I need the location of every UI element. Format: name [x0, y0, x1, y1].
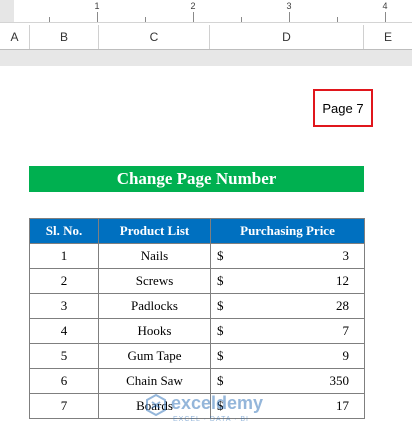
ruler-tick	[241, 17, 242, 22]
cell-product[interactable]: Hooks	[98, 318, 211, 344]
cell-sl-no[interactable]: 1	[29, 243, 99, 269]
cell-product[interactable]: Boards	[98, 393, 211, 419]
cell-sl-no[interactable]: 4	[29, 318, 99, 344]
cell-product[interactable]: Gum Tape	[98, 343, 211, 369]
sheet-title[interactable]: Change Page Number	[29, 166, 364, 192]
page-gap-band	[0, 50, 412, 66]
currency-symbol: $	[217, 373, 224, 388]
table-row: 6 Chain Saw $350	[29, 368, 365, 394]
column-header-e[interactable]: E	[364, 25, 412, 49]
column-header-b[interactable]: B	[30, 25, 99, 49]
column-header-bar: A B C D E	[0, 25, 412, 50]
table-header-row: Sl. No. Product List Purchasing Price	[29, 218, 365, 244]
cell-price[interactable]: $7	[210, 318, 365, 344]
ruler-number: 3	[286, 1, 292, 11]
ruler-tick	[289, 12, 290, 22]
column-header-c[interactable]: C	[99, 25, 210, 49]
currency-symbol: $	[217, 323, 224, 338]
horizontal-ruler: 1 2 3 4	[0, 0, 412, 23]
ruler-margin-shade	[0, 0, 14, 22]
cell-price[interactable]: $3	[210, 243, 365, 269]
currency-symbol: $	[217, 248, 224, 263]
cell-sl-no[interactable]: 6	[29, 368, 99, 394]
cell-price[interactable]: $28	[210, 293, 365, 319]
price-value: 12	[336, 273, 349, 288]
header-purchasing-price[interactable]: Purchasing Price	[210, 218, 365, 244]
ruler-tick	[97, 12, 98, 22]
product-table: Sl. No. Product List Purchasing Price 1 …	[29, 218, 365, 419]
ruler-tick	[145, 17, 146, 22]
ruler-number: 1	[94, 1, 100, 11]
header-product-list[interactable]: Product List	[98, 218, 211, 244]
cell-sl-no[interactable]: 5	[29, 343, 99, 369]
cell-sl-no[interactable]: 3	[29, 293, 99, 319]
table-row: 4 Hooks $7	[29, 318, 365, 344]
currency-symbol: $	[217, 298, 224, 313]
price-value: 28	[336, 298, 349, 313]
column-header-a[interactable]: A	[0, 25, 30, 49]
ruler-tick	[385, 12, 386, 22]
ruler-tick	[337, 17, 338, 22]
price-value: 350	[329, 373, 350, 388]
cell-product[interactable]: Nails	[98, 243, 211, 269]
header-sl-no[interactable]: Sl. No.	[29, 218, 99, 244]
currency-symbol: $	[217, 348, 224, 363]
cell-price[interactable]: $12	[210, 268, 365, 294]
table-row: 7 Boards $17	[29, 393, 365, 419]
table-row: 3 Padlocks $28	[29, 293, 365, 319]
header-page-number[interactable]: Page 7	[313, 89, 373, 127]
ruler-tick	[193, 12, 194, 22]
currency-symbol: $	[217, 273, 224, 288]
cell-product[interactable]: Chain Saw	[98, 368, 211, 394]
cell-sl-no[interactable]: 2	[29, 268, 99, 294]
ruler-number: 2	[190, 1, 196, 11]
table-row: 5 Gum Tape $9	[29, 343, 365, 369]
ruler-number: 4	[382, 1, 388, 11]
currency-symbol: $	[217, 398, 224, 413]
column-header-d[interactable]: D	[210, 25, 364, 49]
table-row: 1 Nails $3	[29, 243, 365, 269]
price-value: 3	[342, 248, 350, 263]
cell-product[interactable]: Padlocks	[98, 293, 211, 319]
cell-product[interactable]: Screws	[98, 268, 211, 294]
cell-price[interactable]: $9	[210, 343, 365, 369]
price-value: 9	[342, 348, 350, 363]
cell-sl-no[interactable]: 7	[29, 393, 99, 419]
price-value: 17	[336, 398, 349, 413]
ruler-tick	[49, 17, 50, 22]
cell-price[interactable]: $350	[210, 368, 365, 394]
table-row: 2 Screws $12	[29, 268, 365, 294]
cell-price[interactable]: $17	[210, 393, 365, 419]
price-value: 7	[342, 323, 350, 338]
